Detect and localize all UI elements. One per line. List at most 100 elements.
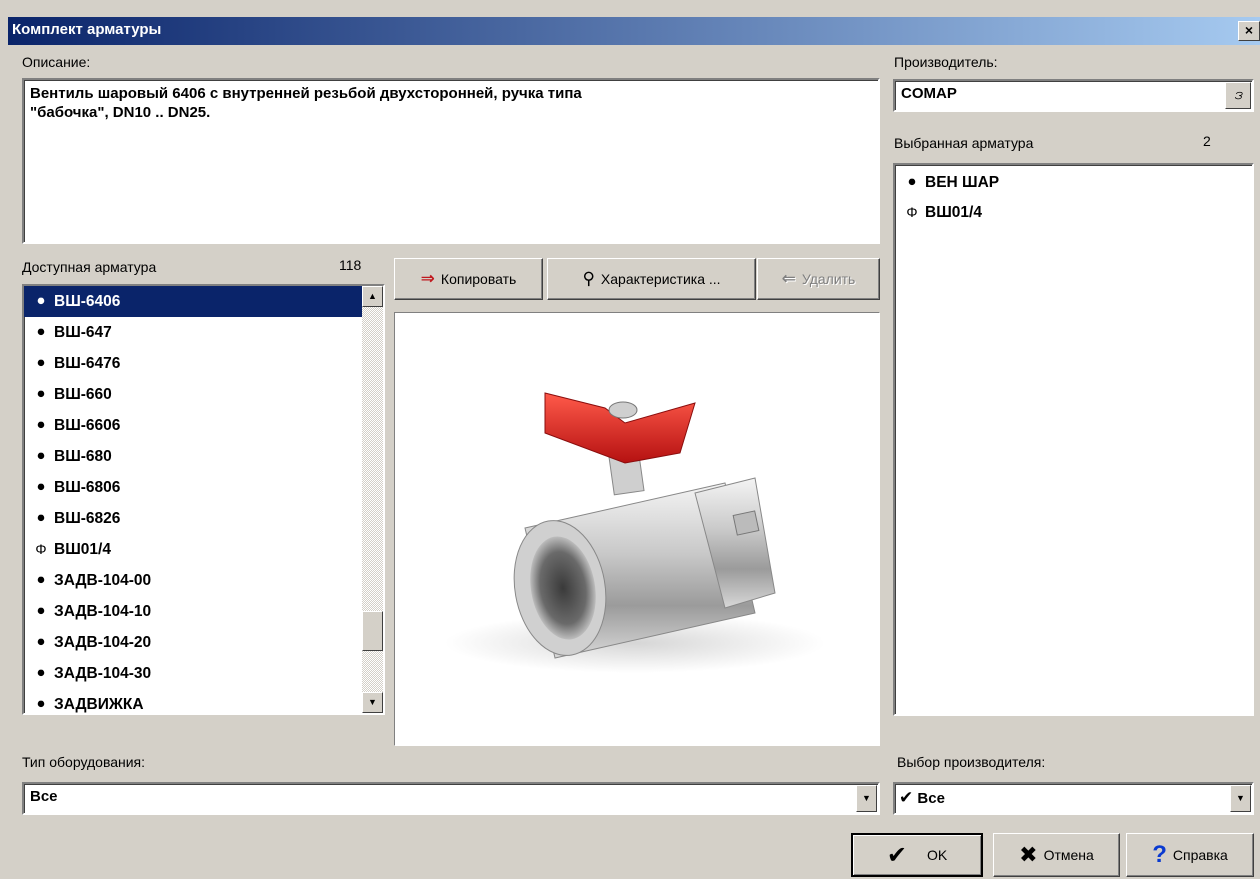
selected-list[interactable]: ⚫ ВЕН ШАР Φ ВШ01/4 bbox=[893, 163, 1254, 716]
help-button-label: Справка bbox=[1172, 847, 1228, 863]
list-item[interactable]: ⚫ ВШ-6406 bbox=[24, 286, 362, 317]
selected-item-label: ВЕН ШАР bbox=[925, 173, 1000, 191]
selected-item[interactable]: Φ ВШ01/4 bbox=[895, 197, 1252, 227]
triangle-down-icon: ▼ bbox=[368, 697, 377, 707]
copy-button-label: Копировать bbox=[440, 271, 517, 287]
gate-valve-icon: ⚫ bbox=[35, 696, 47, 712]
manufacturer-choice-content: ✔ Все bbox=[899, 788, 945, 808]
manufacturer-choice-value: Все bbox=[917, 790, 945, 807]
list-item-label: ЗАДВ-104-10 bbox=[54, 603, 152, 620]
ball-valve-icon: ⚫ bbox=[35, 293, 47, 309]
equipment-type-dropdown-button[interactable]: ▼ bbox=[856, 785, 877, 812]
ball-valve-image bbox=[445, 392, 825, 673]
description-text: Вентиль шаровый 6406 с внутренней резьбо… bbox=[30, 85, 582, 121]
available-scrollbar[interactable]: ▲ ▼ bbox=[362, 286, 383, 713]
list-item[interactable]: Φ ВШ01/4 bbox=[24, 534, 362, 565]
equipment-type-label: Тип оборудования: bbox=[22, 754, 146, 770]
available-count: 118 bbox=[339, 257, 362, 273]
cancel-button-label: Отмена bbox=[1043, 847, 1094, 863]
description-box[interactable]: Вентиль шаровый 6406 с внутренней резьбо… bbox=[22, 78, 880, 244]
question-icon: ? bbox=[1152, 841, 1167, 868]
equipment-type-select[interactable]: Все ▼ bbox=[22, 782, 880, 815]
gate-valve-icon: ⚫ bbox=[35, 572, 47, 588]
gate-valve-icon: ⚫ bbox=[35, 665, 47, 681]
ok-button-label: OK bbox=[926, 847, 948, 863]
manufacturer-field[interactable]: COMAP ဒ bbox=[893, 79, 1254, 112]
available-list[interactable]: ⚫ ВШ-6406 ⚫ ВШ-647 ⚫ ВШ-6476 ⚫ ВШ-660 ⚫ ВШ-66… bbox=[22, 284, 385, 715]
list-item[interactable]: ⚫ ЗАДВ-104-30 bbox=[24, 658, 362, 689]
list-item[interactable]: ⚫ ВШ-660 bbox=[24, 379, 362, 410]
list-item[interactable]: ⚫ ВШ-6826 bbox=[24, 503, 362, 534]
list-item-label: ВШ-680 bbox=[54, 448, 112, 465]
ball-valve-icon: ⚫ bbox=[35, 355, 47, 371]
lookup-icon: ဒ bbox=[1233, 86, 1243, 103]
list-item-label: ЗАДВ-104-20 bbox=[54, 634, 152, 651]
manufacturer-choice-dropdown-button[interactable]: ▼ bbox=[1230, 785, 1251, 812]
gate-valve-icon: ⚫ bbox=[35, 634, 47, 650]
help-button[interactable]: ? Справка bbox=[1126, 833, 1254, 877]
chevron-down-icon: ▼ bbox=[1236, 793, 1245, 803]
selected-item[interactable]: ⚫ ВЕН ШАР bbox=[895, 167, 1252, 197]
title-bar: Комплект арматуры × bbox=[8, 17, 1260, 45]
list-item-label: ЗАДВ-104-00 bbox=[54, 572, 152, 589]
selected-count: 2 bbox=[1203, 133, 1211, 149]
ball-valve-icon: ⚫ bbox=[35, 510, 47, 526]
list-item-label: ЗАДВ-104-30 bbox=[54, 665, 152, 682]
gate-valve-icon: ⚫ bbox=[35, 603, 47, 619]
ball-valve-icon: ⚫ bbox=[35, 479, 47, 495]
list-item[interactable]: ⚫ ЗАДВИЖКА bbox=[24, 689, 362, 713]
magnifier-icon: ⚲ bbox=[582, 269, 595, 288]
list-item[interactable]: ⚫ ВШ-680 bbox=[24, 441, 362, 472]
remove-button[interactable]: ⇐ Удалить bbox=[757, 258, 880, 300]
list-item[interactable]: ⚫ ВШ-6606 bbox=[24, 410, 362, 441]
copy-arrow-icon: ⇒ bbox=[420, 269, 435, 288]
list-item[interactable]: ⚫ ЗАДВ-104-10 bbox=[24, 596, 362, 627]
remove-button-label: Удалить bbox=[801, 271, 856, 287]
list-item-label: ВШ-6826 bbox=[54, 510, 121, 527]
list-item[interactable]: ⚫ ВШ-6476 bbox=[24, 348, 362, 379]
cancel-button[interactable]: ✖ Отмена bbox=[993, 833, 1120, 877]
ball-valve-icon: ⚫ bbox=[35, 324, 47, 340]
list-item-label: ВШ01/4 bbox=[54, 541, 111, 558]
scroll-thumb[interactable] bbox=[362, 611, 383, 651]
phi-valve-icon: Φ bbox=[906, 203, 918, 220]
ball-valve-icon: ⚫ bbox=[35, 417, 47, 433]
list-item-label: ВШ-6476 bbox=[54, 355, 121, 372]
manufacturer-choice-select[interactable]: ✔ Все ▼ bbox=[893, 782, 1254, 815]
list-item-label: ВШ-6606 bbox=[54, 417, 121, 434]
list-item[interactable]: ⚫ ЗАДВ-104-00 bbox=[24, 565, 362, 596]
cross-icon: ✖ bbox=[1019, 842, 1038, 867]
scroll-down-button[interactable]: ▼ bbox=[362, 692, 383, 713]
equipment-type-value: Все bbox=[30, 788, 58, 805]
list-item-label: ВШ-6806 bbox=[54, 479, 121, 496]
ok-button[interactable]: ✔ OK bbox=[851, 833, 983, 877]
scroll-up-button[interactable]: ▲ bbox=[362, 286, 383, 307]
available-label: Доступная арматура bbox=[22, 259, 157, 275]
selected-item-label: ВШ01/4 bbox=[925, 203, 982, 221]
copy-button[interactable]: ⇒ Копировать bbox=[394, 258, 543, 300]
list-item-label: ВШ-6406 bbox=[54, 293, 121, 310]
triangle-up-icon: ▲ bbox=[368, 291, 377, 301]
product-image-frame bbox=[394, 312, 880, 746]
list-item-label: ВШ-660 bbox=[54, 386, 112, 403]
window-title: Комплект арматуры bbox=[12, 21, 162, 38]
checkmark-icon: ✔ bbox=[899, 788, 914, 807]
chevron-down-icon: ▼ bbox=[862, 793, 871, 803]
selected-label: Выбранная арматура bbox=[894, 135, 1034, 151]
phi-valve-icon: Φ bbox=[35, 541, 47, 557]
description-label: Описание: bbox=[22, 54, 91, 70]
ball-valve-icon: ⚫ bbox=[906, 173, 918, 190]
manufacturer-lookup-button[interactable]: ဒ bbox=[1225, 82, 1251, 109]
properties-button-label: Характеристика ... bbox=[600, 271, 721, 287]
manufacturer-label: Производитель: bbox=[894, 54, 998, 70]
list-item[interactable]: ⚫ ВШ-647 bbox=[24, 317, 362, 348]
close-button[interactable]: × bbox=[1238, 21, 1260, 41]
list-item-label: ВШ-647 bbox=[54, 324, 112, 341]
ball-valve-icon: ⚫ bbox=[35, 386, 47, 402]
list-item[interactable]: ⚫ ЗАДВ-104-20 bbox=[24, 627, 362, 658]
manufacturer-choice-label: Выбор производителя: bbox=[897, 754, 1046, 770]
properties-button[interactable]: ⚲ Характеристика ... bbox=[547, 258, 756, 300]
checkmark-icon: ✔ bbox=[886, 841, 907, 869]
ball-valve-icon: ⚫ bbox=[35, 448, 47, 464]
list-item[interactable]: ⚫ ВШ-6806 bbox=[24, 472, 362, 503]
